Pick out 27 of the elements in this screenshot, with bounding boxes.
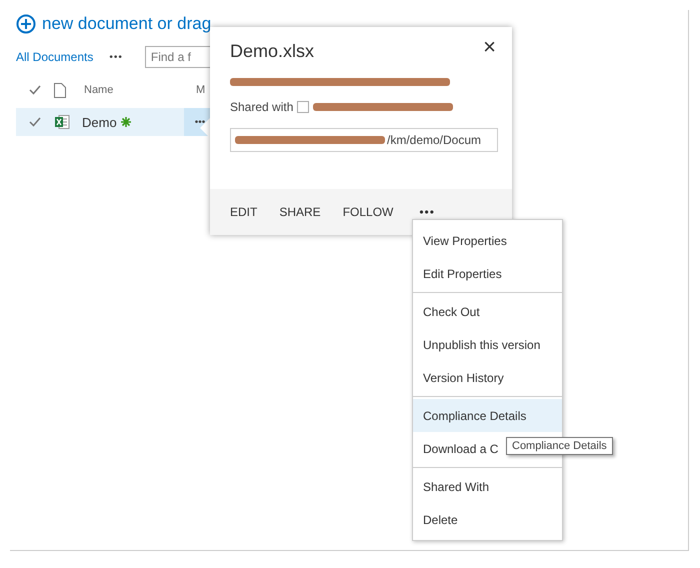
- new-document-link[interactable]: new document or drag: [42, 14, 212, 34]
- action-link[interactable]: SHARE: [279, 205, 321, 219]
- column-header[interactable]: Name: [84, 84, 114, 96]
- menu-item[interactable]: Delete: [413, 503, 562, 536]
- file-name[interactable]: Demo: [82, 114, 117, 130]
- document-icon: [54, 82, 66, 98]
- excel-file-icon: [54, 114, 70, 130]
- menu-item[interactable]: Version History: [413, 361, 562, 394]
- check-icon[interactable]: [29, 85, 41, 95]
- view-link[interactable]: All Documents: [16, 50, 94, 64]
- column-header[interactable]: M: [196, 84, 206, 96]
- close-button[interactable]: ×: [481, 35, 498, 59]
- menu-item[interactable]: Unpublish this version: [413, 328, 562, 361]
- url-field[interactable]: /km/demo/Docum: [230, 128, 498, 152]
- menu-item[interactable]: Edit Properties: [413, 257, 562, 290]
- menu-item[interactable]: Shared With: [413, 470, 562, 503]
- menu-item[interactable]: Check Out: [413, 295, 562, 328]
- more-button[interactable]: •••: [109, 52, 123, 62]
- menu-item[interactable]: Compliance Details: [413, 399, 562, 432]
- action-link[interactable]: FOLLOW: [342, 205, 394, 219]
- tooltip: Compliance Details: [506, 437, 613, 455]
- action-link[interactable]: EDIT: [230, 205, 258, 219]
- add-icon[interactable]: [16, 14, 36, 34]
- shared-with-label: Shared with: [230, 100, 294, 114]
- menu-item[interactable]: View Properties: [413, 224, 562, 257]
- check-icon[interactable]: [29, 117, 41, 127]
- more-button[interactable]: •••: [419, 205, 435, 219]
